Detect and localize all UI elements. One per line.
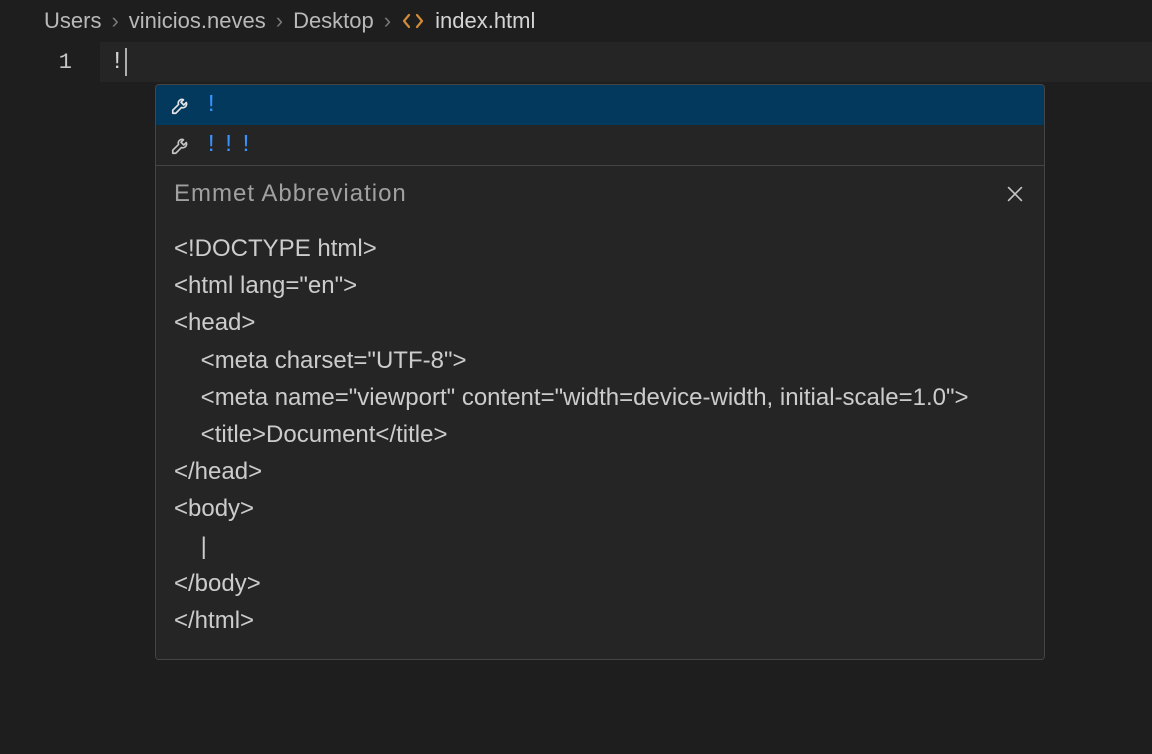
chevron-right-icon: ›: [384, 8, 391, 34]
typed-text: !: [100, 49, 124, 76]
code-editor[interactable]: 1 !: [0, 42, 1152, 82]
doc-body: <!DOCTYPE html> <html lang="en"> <head> …: [174, 230, 1026, 639]
close-icon[interactable]: [1004, 183, 1026, 205]
suggestion-item[interactable]: !!!: [156, 125, 1044, 165]
text-cursor: [125, 48, 127, 76]
breadcrumb-segment[interactable]: Desktop: [293, 8, 374, 34]
wrench-icon: [170, 94, 192, 116]
suggestion-documentation: Emmet Abbreviation <!DOCTYPE html> <html…: [156, 165, 1044, 659]
line-number: 1: [0, 50, 100, 75]
chevron-right-icon: ›: [276, 8, 283, 34]
suggestion-label: !: [204, 92, 218, 119]
editor-line[interactable]: 1 !: [0, 42, 1152, 82]
html-file-icon: [401, 9, 425, 33]
breadcrumb: Users › vinicios.neves › Desktop › index…: [0, 0, 1152, 42]
doc-title: Emmet Abbreviation: [174, 180, 407, 208]
breadcrumb-file[interactable]: index.html: [435, 8, 535, 34]
intellisense-popup: ! !!! Emmet Abbreviation <!DOCTYPE html>…: [155, 84, 1045, 660]
suggestion-label: !!!: [204, 132, 256, 159]
breadcrumb-segment[interactable]: vinicios.neves: [129, 8, 266, 34]
chevron-right-icon: ›: [111, 8, 118, 34]
code-cell[interactable]: !: [100, 42, 1152, 82]
suggestion-item[interactable]: !: [156, 85, 1044, 125]
breadcrumb-segment[interactable]: Users: [44, 8, 101, 34]
wrench-icon: [170, 134, 192, 156]
